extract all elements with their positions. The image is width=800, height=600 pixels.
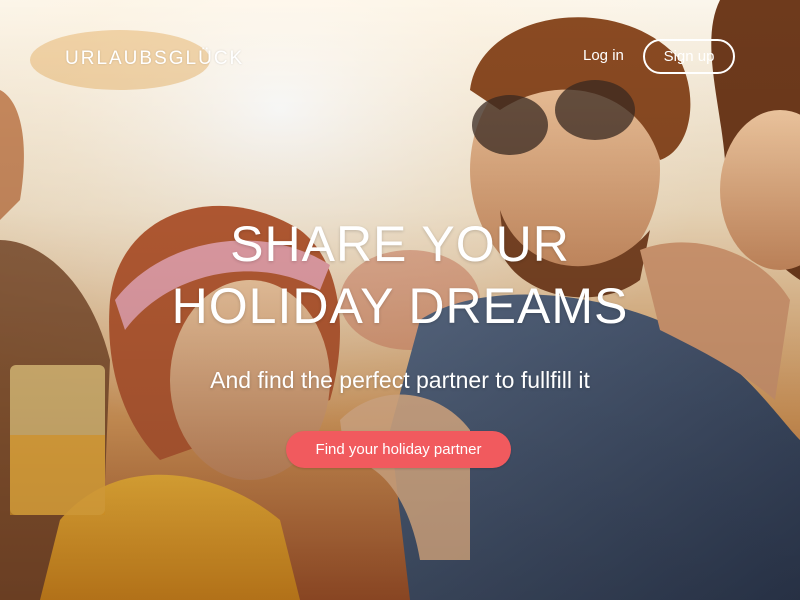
navbar: URLAUBSGLÜCK Log in Sign up	[0, 0, 800, 110]
find-holiday-partner-button[interactable]: Find your holiday partner	[286, 431, 511, 468]
hero-headline-line-2: HOLIDAY DREAMS	[171, 278, 629, 334]
hero-headline-line-1: SHARE YOUR	[230, 216, 570, 272]
hero-headline: SHARE YOUR HOLIDAY DREAMS	[0, 213, 800, 337]
login-link[interactable]: Log in	[575, 44, 632, 68]
signup-button[interactable]: Sign up	[643, 39, 735, 74]
hero-subheadline: And find the perfect partner to fullfill…	[210, 367, 590, 393]
brand-logo[interactable]: URLAUBSGLÜCK	[65, 48, 244, 70]
hero-section: URLAUBSGLÜCK Log in Sign up SHARE YOUR H…	[0, 0, 800, 600]
